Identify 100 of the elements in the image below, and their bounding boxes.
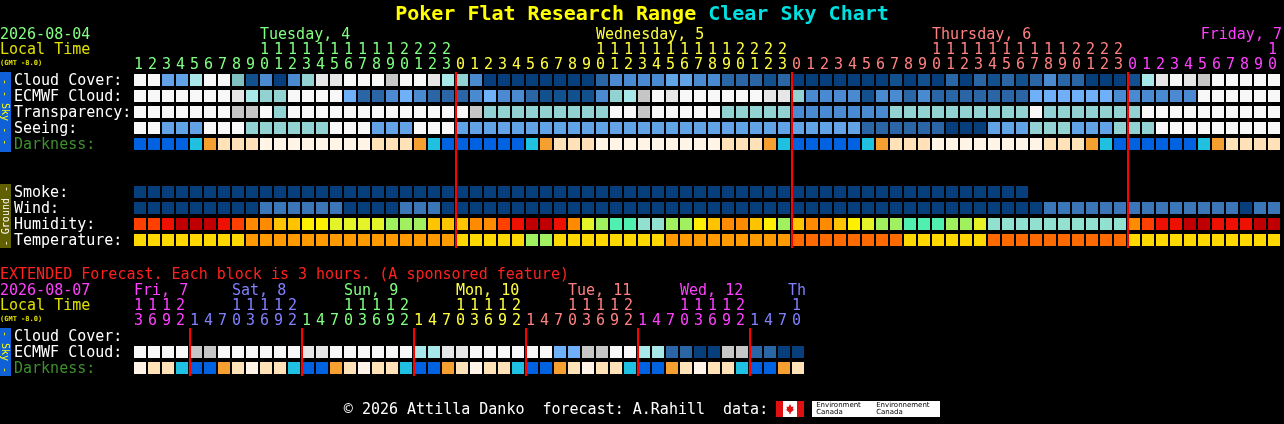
hour-label: 20 xyxy=(736,42,745,72)
hour-label: 7 xyxy=(1226,57,1235,72)
hour-label: 5 xyxy=(190,57,199,72)
day-label: Tuesday, 4 xyxy=(260,26,351,42)
hour-label: 10 xyxy=(792,298,801,328)
hour-label: 17 xyxy=(358,42,367,72)
hour-label: 6 xyxy=(540,57,549,72)
hour-label: 8 xyxy=(568,57,577,72)
hour-label: 4 xyxy=(428,313,437,328)
flag-icon xyxy=(776,400,805,417)
hour-label: 4 xyxy=(848,57,857,72)
hour-label: 11 xyxy=(946,42,955,72)
row-label: Humidity: xyxy=(13,216,96,232)
hour-label: 18 xyxy=(708,42,717,72)
day-label: Sun, 9 xyxy=(344,282,399,298)
hour-label: 8 xyxy=(232,57,241,72)
hour-label: 1 xyxy=(414,313,423,328)
row-label: Temperature: xyxy=(13,232,124,248)
hour-label: 14 xyxy=(316,42,325,72)
hour-label: 10 xyxy=(232,298,241,328)
hour-label: 7 xyxy=(554,313,563,328)
hour-label: 10 xyxy=(1268,42,1277,72)
hour-label: 1 xyxy=(806,57,815,72)
date-label: 2026-08-04 xyxy=(0,26,92,42)
hour-label: 7 xyxy=(442,313,451,328)
hour-label: 5 xyxy=(1198,57,1207,72)
midnight-line xyxy=(749,328,751,376)
hour-label: 6 xyxy=(204,57,213,72)
hour-label: 10 xyxy=(344,298,353,328)
hour-label: 13 xyxy=(134,298,143,328)
hour-label: 22 xyxy=(764,42,773,72)
hour-label: 19 xyxy=(386,298,395,328)
hour-label: 22 xyxy=(624,298,633,328)
hour-label: 14 xyxy=(988,42,997,72)
day-label: Tue, 11 xyxy=(568,282,632,298)
hour-label: 13 xyxy=(974,42,983,72)
hour-label: 19 xyxy=(1058,42,1067,72)
hour-label: 11 xyxy=(610,42,619,72)
hour-label: 12 xyxy=(288,42,297,72)
hour-label: 6 xyxy=(876,57,885,72)
section-side-label: - - Sky - - xyxy=(0,72,11,152)
hour-label: 3 xyxy=(834,57,843,72)
hour-label: 10 xyxy=(932,42,941,72)
hour-label: 7 xyxy=(218,57,227,72)
hour-label: 19 xyxy=(498,298,507,328)
day-label: Thursday, 6 xyxy=(932,26,1032,42)
hour-label: 12 xyxy=(960,42,969,72)
hour-label: 16 xyxy=(372,298,381,328)
hour-label: 18 xyxy=(1044,42,1053,72)
hour-label: 17 xyxy=(1030,42,1039,72)
site-title: Poker Flat Research Range xyxy=(395,0,697,27)
day-label: Mon, 10 xyxy=(456,282,520,298)
row-label: Transparency: xyxy=(13,104,133,120)
hour-label: 0 xyxy=(1128,57,1137,72)
midnight-line xyxy=(525,328,527,376)
hour-label: 0 xyxy=(456,57,465,72)
hour-label: 19 xyxy=(386,42,395,72)
local-time-label: Local Time xyxy=(0,298,92,313)
hour-label: 21 xyxy=(750,42,759,72)
row-label: Cloud Cover: xyxy=(13,72,124,88)
hour-label: 2 xyxy=(820,57,829,72)
hour-label: 5 xyxy=(862,57,871,72)
hour-label: 22 xyxy=(288,298,297,328)
hour-label: 7 xyxy=(554,57,563,72)
hour-label: 9 xyxy=(1254,57,1263,72)
hour-label: 22 xyxy=(400,298,409,328)
hour-label: 13 xyxy=(694,298,703,328)
row-label: Wind: xyxy=(13,200,61,216)
hour-label: 7 xyxy=(778,313,787,328)
hour-label: 16 xyxy=(484,298,493,328)
hour-label: 4 xyxy=(540,313,549,328)
hour-label: 1 xyxy=(526,313,535,328)
hour-label: 5 xyxy=(526,57,535,72)
hour-label: 15 xyxy=(330,42,339,72)
hour-label: 10 xyxy=(568,298,577,328)
hour-label: 16 xyxy=(148,298,157,328)
hour-label: 13 xyxy=(638,42,647,72)
hour-label: 22 xyxy=(512,298,521,328)
hour-label: 20 xyxy=(400,42,409,72)
hour-label: 2 xyxy=(148,57,157,72)
hour-label: 2 xyxy=(484,57,493,72)
hour-label: 23 xyxy=(442,42,451,72)
hour-label: 17 xyxy=(694,42,703,72)
row-label: Cloud Cover: xyxy=(13,328,124,344)
hour-label: 6 xyxy=(1212,57,1221,72)
hour-label: 14 xyxy=(652,42,661,72)
section-side-label: - Ground - xyxy=(0,184,11,248)
hour-label: 19 xyxy=(162,298,171,328)
hour-label: 15 xyxy=(1002,42,1011,72)
midnight-line xyxy=(301,328,303,376)
hour-label: 13 xyxy=(358,298,367,328)
hour-label: 4 xyxy=(204,313,213,328)
hour-label: 11 xyxy=(274,42,283,72)
hour-label: 4 xyxy=(1184,57,1193,72)
hour-label: 16 xyxy=(1016,42,1025,72)
hour-label: 22 xyxy=(1100,42,1109,72)
hour-label: 0 xyxy=(792,57,801,72)
hour-label: 7 xyxy=(330,313,339,328)
hour-label: 10 xyxy=(260,42,269,72)
hour-label: 12 xyxy=(624,42,633,72)
